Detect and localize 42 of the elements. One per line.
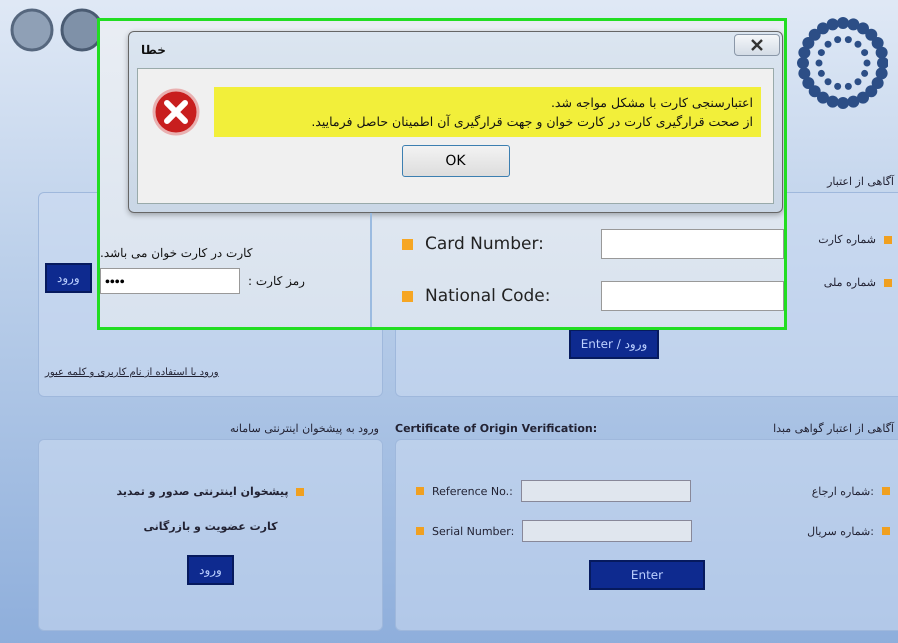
field-label: شماره کارت [818, 233, 876, 246]
login-link[interactable]: ورود با استفاده از نام کاربری و کلمه عبور [45, 367, 219, 378]
bullet-icon [402, 290, 413, 302]
field-label: Serial Number: [432, 524, 514, 538]
close-icon [750, 39, 764, 51]
panel-text: کارت عضویت و بازرگانی [144, 520, 278, 533]
error-icon [152, 88, 200, 136]
bullet-icon [296, 488, 304, 496]
error-message: اعتبارسنجی کارت با مشکل مواجه شد. از صحت قرارگیری کارت در کارت خوان و جهت قرارگیری آن اطمینان حاصل فرمایید. [214, 87, 761, 137]
seal-icon [10, 8, 54, 52]
input-field[interactable] [601, 281, 784, 311]
section-label: ورود به پیشخوان اینترنتی سامانه [230, 422, 379, 434]
ok-button[interactable]: OK [402, 145, 510, 177]
bullet-icon [882, 487, 890, 495]
bullet-icon [884, 278, 892, 286]
panel-text: پیشخوان اینترنتی صدور و تمدید [116, 485, 288, 498]
field-label: Card Number: [425, 234, 545, 254]
field-label: شماره سریال: [807, 524, 874, 538]
input-field[interactable] [522, 520, 692, 542]
input-field[interactable] [601, 229, 784, 259]
field-label: شماره ارجاع: [812, 484, 874, 498]
section-label: Certificate of Origin Verification: [395, 422, 598, 434]
bullet-icon [416, 527, 424, 535]
bullet-icon [884, 236, 892, 244]
bullet-icon [416, 487, 424, 495]
enter-button[interactable]: Enter [588, 560, 706, 590]
field-label: Reference No.: [432, 484, 513, 498]
dialog-title: خطا [141, 43, 166, 57]
pin-field[interactable]: •••• [100, 268, 240, 294]
field-label: National Code: [425, 286, 552, 306]
login-button[interactable]: ورود [187, 555, 234, 585]
section-label: آگاهی از اعتبار [827, 174, 894, 188]
pin-label: رمز کارت : [248, 274, 305, 288]
bullet-icon [882, 527, 890, 535]
close-button[interactable] [734, 34, 780, 56]
input-field[interactable] [520, 480, 691, 502]
section-label: آگاهی از اعتبار گواهی مبدا [773, 422, 894, 434]
card-reader-note: کارت در کارت خوان می باشد. [100, 246, 252, 260]
enter-button[interactable]: Enter / ورود [568, 329, 660, 359]
bullet-icon [402, 238, 413, 250]
field-label: شماره ملی [824, 276, 876, 289]
login-button[interactable]: ورود [45, 263, 92, 293]
